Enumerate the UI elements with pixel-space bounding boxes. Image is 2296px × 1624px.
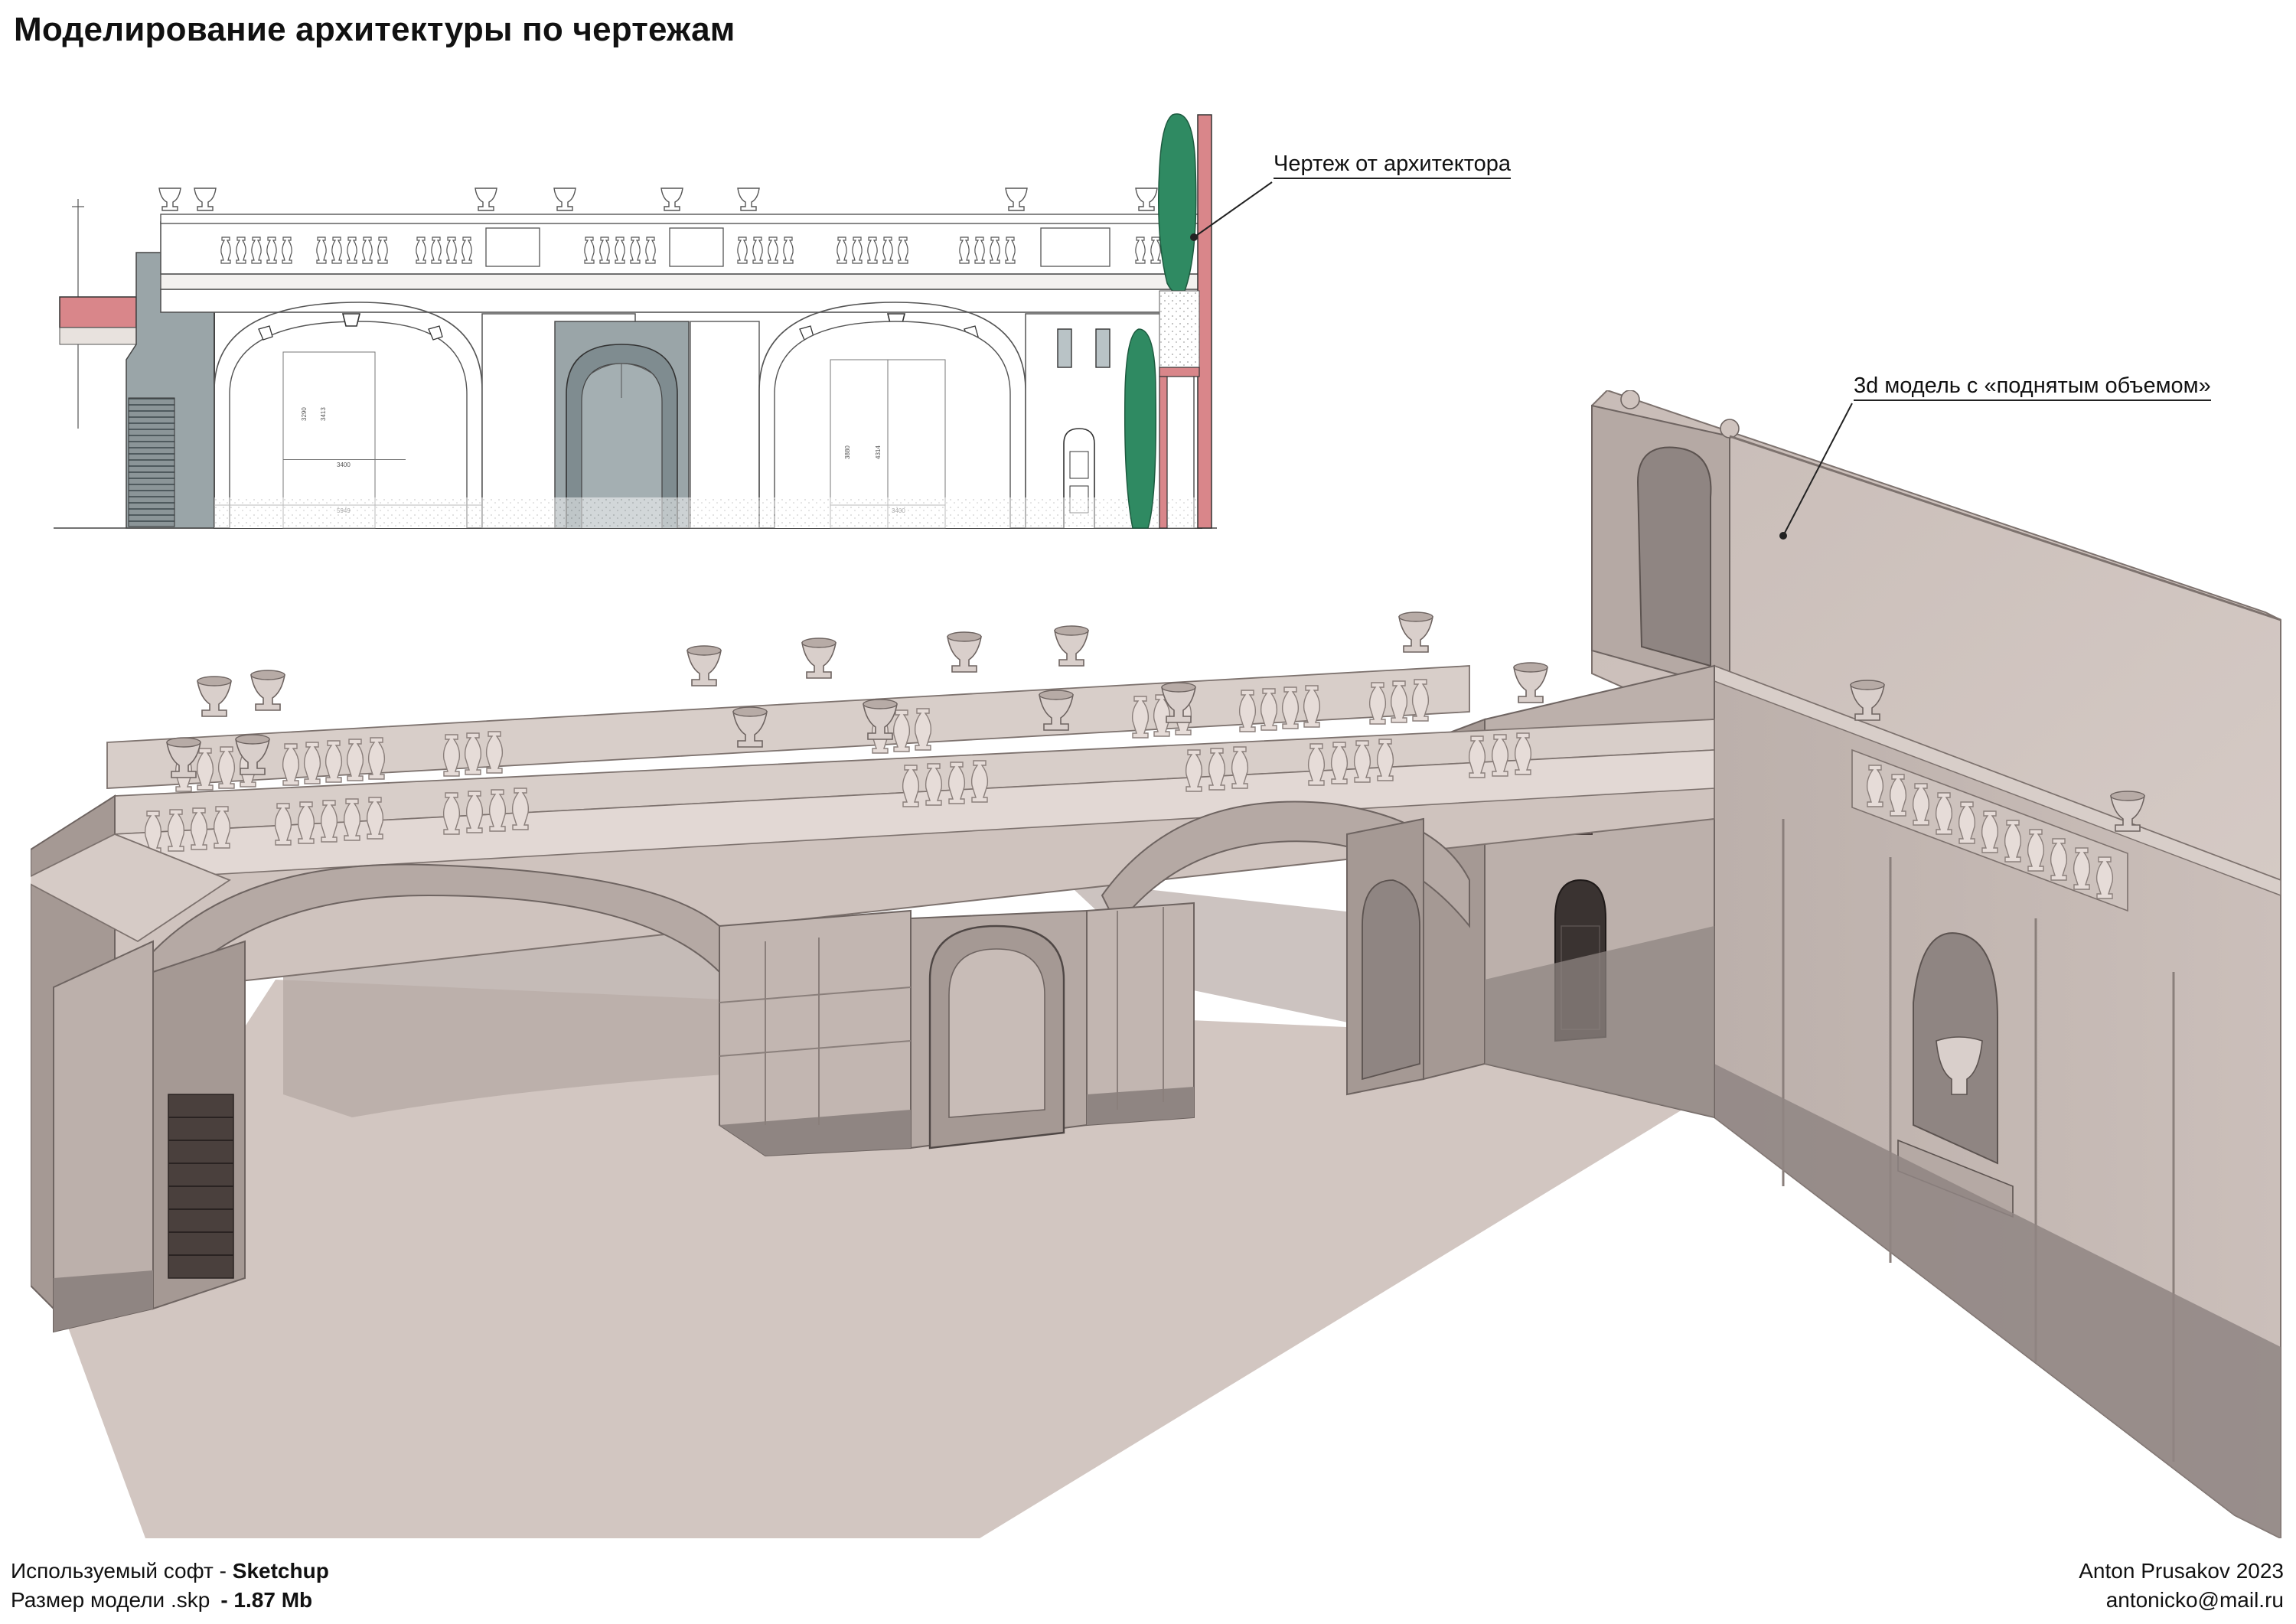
author-credit: Anton Prusakov 2023	[2079, 1559, 2284, 1583]
drawing-annotation: Чертеж от архитектора	[1274, 153, 1512, 179]
author-email[interactable]: antonicko@mail.ru	[2079, 1586, 2284, 1615]
software-label: Используемый софт -	[11, 1559, 233, 1583]
page-title: Моделирование архитектуры по чертежам	[14, 11, 735, 48]
footer-info: Используемый софт - Sketchup Размер моде…	[11, 1557, 329, 1615]
software-value: Sketchup	[232, 1559, 329, 1583]
model-annotation: 3d модель с «поднятым объемом»	[1854, 375, 2211, 401]
size-label: Размер модели .skp	[11, 1588, 210, 1612]
size-value: - 1.87 Mb	[220, 1588, 313, 1612]
model-3d-render	[31, 390, 2281, 1538]
footer-credits: Anton Prusakov 2023 antonicko@mail.ru	[2079, 1557, 2284, 1615]
